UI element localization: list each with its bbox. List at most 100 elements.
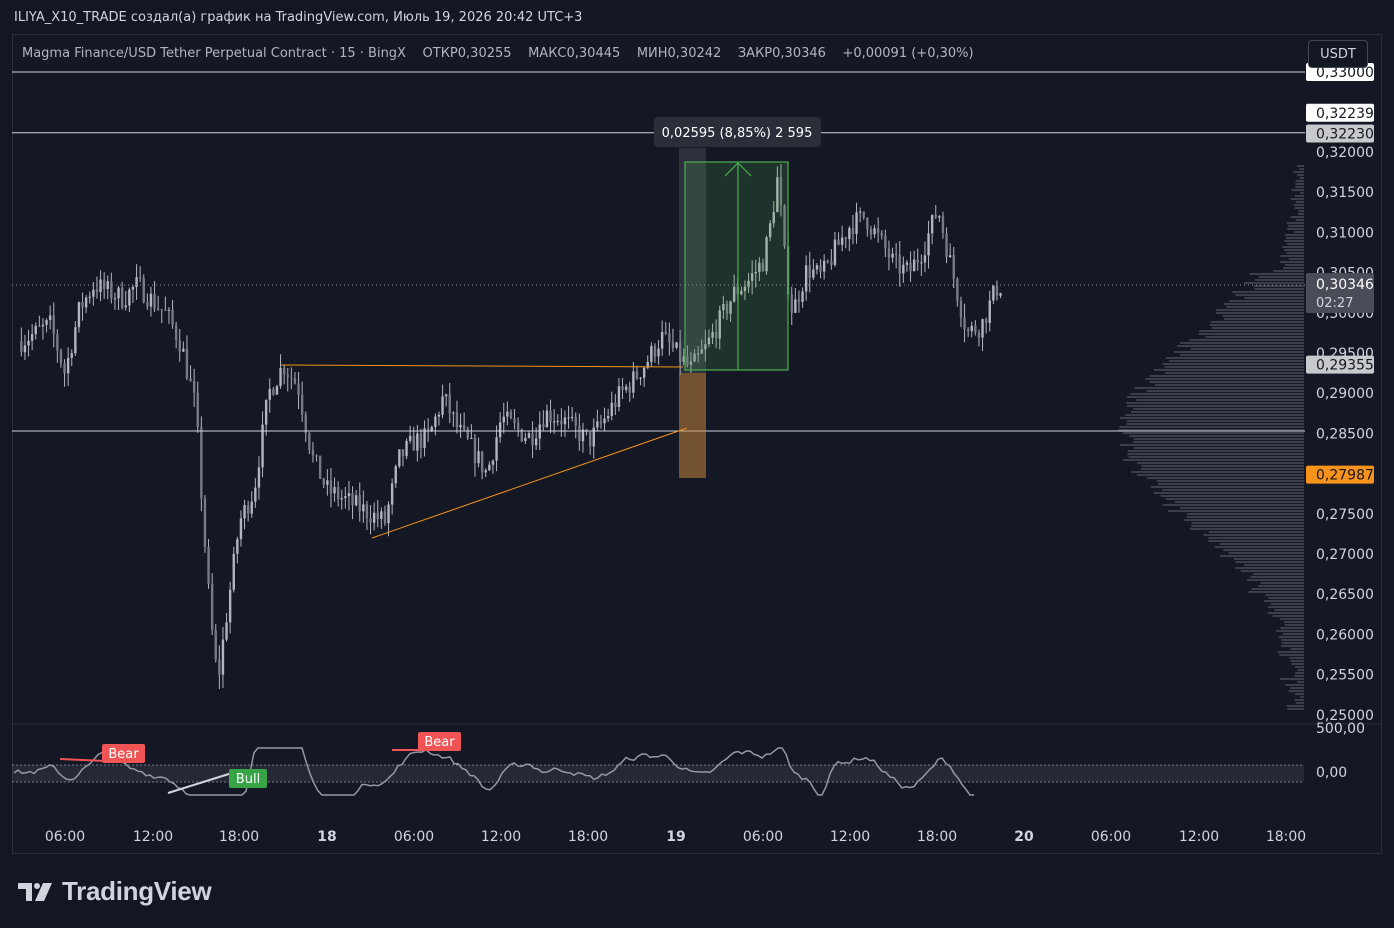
candle-body [866,218,868,229]
candle-body [218,660,220,675]
volume-profile-bar [1163,504,1304,506]
candle-body [996,286,998,296]
volume-profile-bar [1184,519,1304,521]
price-chart[interactable]: 0,320000,315000,310000,305000,300000,295… [0,0,1394,928]
volume-profile-bar [1273,615,1304,617]
volume-profile-bar [1128,450,1304,452]
volume-profile-bar [1296,219,1304,221]
candle-body [398,449,400,466]
triangle-upper-line[interactable] [281,365,683,367]
volume-profile-bar [1297,165,1304,167]
volume-profile-bar [1271,603,1304,605]
volume-profile-bar [1166,357,1304,359]
volume-profile-bar [1241,570,1304,572]
candle-body [935,215,937,218]
candle-body [110,281,112,298]
candle-body [449,394,451,413]
time-axis-tick: 20 [1014,829,1034,845]
volume-profile-bar [1177,345,1304,347]
candle-body [927,233,929,255]
candle-body [999,293,1001,296]
candle-body [629,387,631,393]
volume-profile-bar [1131,411,1304,413]
candle-body [672,343,674,348]
candle-body [528,433,530,437]
price-axis-tick: 0,32000 [1316,145,1374,161]
candle-body [855,212,857,234]
candle-body [366,504,368,518]
candle-body [319,456,321,479]
candle-body [830,261,832,265]
candle-body [819,265,821,271]
candle-body [438,415,440,417]
volume-profile-bar [1199,330,1304,332]
candle-body [60,351,62,364]
candle-body [845,238,847,239]
candle-body [578,426,580,441]
volume-profile-bar [1286,237,1304,239]
volume-profile-bar [1290,216,1304,218]
candle-body [607,416,609,418]
volume-profile-bar [1126,402,1304,404]
candle-body [49,315,51,320]
volume-profile-bar [1274,270,1304,272]
candle-body [503,417,505,423]
volume-profile-bar [1244,282,1304,284]
candle-body [78,302,80,327]
volume-profile-bar [1155,384,1304,386]
price-axis-tick: 0,26000 [1316,627,1374,643]
currency-button[interactable]: USDT [1308,40,1368,68]
volume-profile-bar [1154,369,1304,371]
candle-body [333,487,335,493]
volume-profile-bar [1163,363,1304,365]
candle-body [445,394,447,396]
volume-profile-bar [1282,246,1304,248]
candle-body [945,233,947,257]
volume-profile-bar [1297,174,1304,176]
candle-body [571,417,573,418]
volume-profile-bar [1224,318,1304,320]
triangle-lower-line[interactable] [372,428,687,538]
candle-body [549,411,551,423]
volume-profile-bar [1289,690,1304,692]
candle-body [675,342,677,347]
candle-body [53,315,55,334]
candle-body [492,461,494,465]
candle-body [614,403,616,407]
volume-profile-bar [1298,213,1304,215]
candle-body [985,319,987,323]
volume-profile-bar [1296,180,1304,182]
volume-profile-bar [1279,654,1304,656]
candle-body [287,375,289,378]
volume-profile-bar [1215,546,1304,548]
tradingview-brand[interactable]: TradingView [16,876,211,907]
volume-profile-bar [1281,645,1304,647]
candle-body [153,294,155,309]
candle-body [143,278,145,302]
candle-body [942,216,944,233]
candle-body [74,327,76,353]
volume-profile-bar [1280,255,1304,257]
time-axis-tick: 18 [317,829,336,845]
price-label-line-b: 0,32230 [1316,127,1374,143]
candle-body [27,341,29,346]
volume-profile-bar [1158,483,1304,485]
volume-profile-bar [1220,543,1304,545]
candle-body [337,487,339,499]
volume-profile-bar [1119,426,1304,428]
candle-body [917,260,919,263]
volume-profile-bar [1258,585,1304,587]
candle-body [164,310,166,311]
candle-body [506,412,508,417]
candle-body [215,630,217,659]
candle-body [596,421,598,427]
countdown-label: 02:27 [1316,296,1353,311]
candle-body [434,417,436,427]
time-axis-tick: 12:00 [1179,829,1219,845]
volume-profile-bar [1268,612,1304,614]
legend-change: +0,00091 (+0,30%) [842,46,973,61]
measure-box[interactable] [685,162,788,370]
volume-profile-bar [1295,183,1304,185]
candle-body [485,470,487,472]
candle-body [956,279,958,301]
